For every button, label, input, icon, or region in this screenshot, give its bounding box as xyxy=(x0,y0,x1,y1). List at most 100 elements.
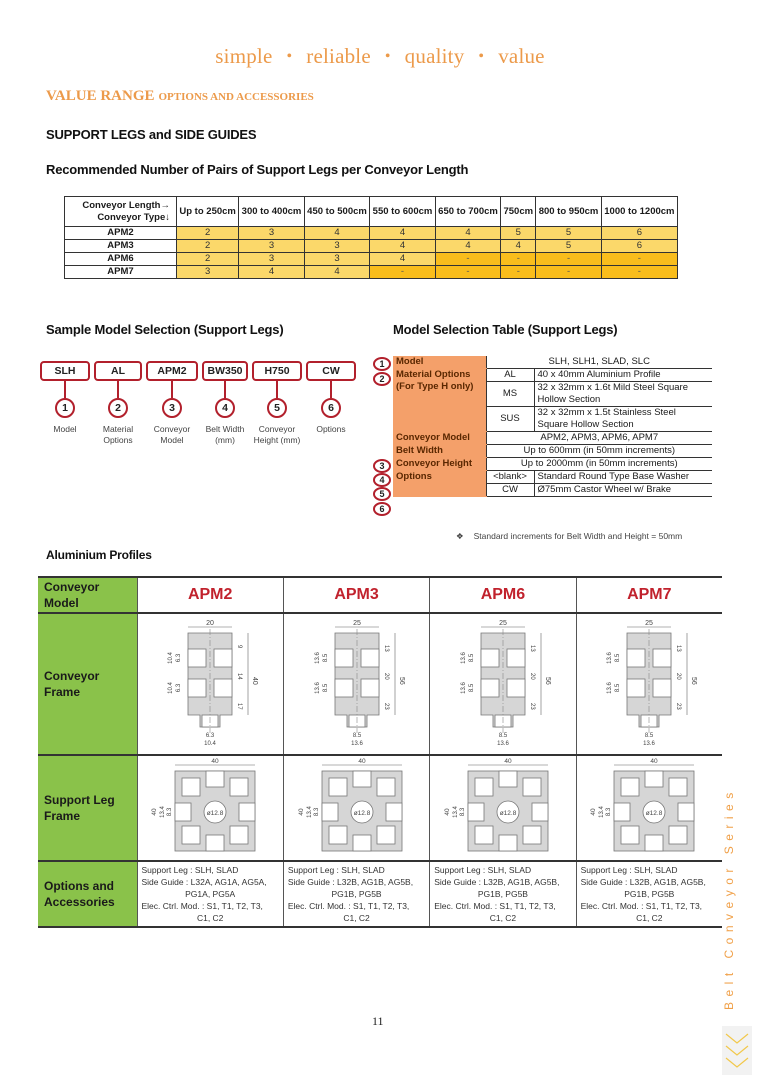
dim-slot-inner: 8.5 xyxy=(615,683,621,692)
table-row: APM3 2 3 3 4 4 4 5 6 xyxy=(64,239,679,253)
dim-slot-inner: 8.5 xyxy=(323,683,329,692)
slot xyxy=(213,678,233,698)
conveyor-type: APM6 xyxy=(64,252,177,266)
leg-count-cell: - xyxy=(535,265,602,279)
dim-bottom-inner: 8.5 xyxy=(645,733,654,739)
dim-slot-outer: 10.4 xyxy=(168,682,174,694)
hollow-cell xyxy=(522,777,542,797)
dim-height: 40 xyxy=(298,808,305,816)
slot xyxy=(626,648,646,668)
dim-width: 40 xyxy=(358,758,366,765)
slot xyxy=(644,770,664,788)
leg-count-cell: - xyxy=(500,265,537,279)
dim-height: 40 xyxy=(151,808,158,816)
option-line: C1, C2 xyxy=(636,913,663,923)
slot xyxy=(352,770,371,788)
slot xyxy=(187,648,207,668)
leg-count-cell: 4 xyxy=(369,226,436,240)
leg-count-cell: 4 xyxy=(238,265,305,279)
option-line: Elec. Ctrl. Mod. : S1, T1, T2, T3, xyxy=(287,901,410,911)
label-material-title: Material Options xyxy=(396,369,471,380)
connector-line xyxy=(117,381,119,398)
option-line: Side Guide : L32B, AG1B, AG5B, xyxy=(434,877,560,887)
model-code-box: BW350 xyxy=(202,361,248,381)
slot xyxy=(187,678,207,698)
support-legs-table: Conveyor Length→ Conveyor Type↓ Up to 25… xyxy=(64,196,679,279)
slot xyxy=(360,678,379,698)
column-header: 750cm xyxy=(500,196,537,227)
support-leg-drawing: ø12.8 40 40 13.4 8.3 xyxy=(137,754,284,861)
model-part-label: Options xyxy=(316,424,346,434)
model-part-label: Material Options xyxy=(102,424,134,445)
page-number: 11 xyxy=(372,1014,384,1028)
conveyor-frame-drawing: 25 56 13 20 23 13.6 8.5 13.6 8.5 8.5 13.6 xyxy=(283,612,431,755)
dim-top: 13 xyxy=(675,645,681,652)
options-cell: Support Leg : SLH, SLAD Side Guide : L32B… xyxy=(429,860,577,928)
row-label-options: Options and Accessories xyxy=(38,860,138,928)
leg-count-cell: 3 xyxy=(238,239,305,253)
option-line: Support Leg : SLH, SLAD xyxy=(434,865,532,875)
slot xyxy=(480,648,500,668)
dim-slot-outer: 13.4 xyxy=(599,806,605,818)
value-belt-width: Up to 600mm (in 50mm increments) xyxy=(486,444,712,458)
label-material-sub: (For Type H only) xyxy=(396,381,474,392)
bullet-icon: • xyxy=(286,48,293,65)
dim-slot-outer: 13.4 xyxy=(160,806,166,818)
hollow-cell xyxy=(181,825,201,845)
dim-bottom-outer: 10.4 xyxy=(204,741,216,747)
option-line: PG1B, PG5B xyxy=(331,889,382,899)
leg-count-cell: 3 xyxy=(303,252,371,266)
heading-support-legs: SUPPORT LEGS and SIDE GUIDES xyxy=(46,127,257,142)
leg-profile-diagram: ø12.84040 13.4 8.3 xyxy=(590,758,695,852)
hollow-cell xyxy=(522,825,542,845)
dim-mid: 20 xyxy=(529,673,535,680)
slot xyxy=(531,802,549,822)
dim-top: 13 xyxy=(529,645,535,652)
dim-mid: 14 xyxy=(236,673,242,680)
option-line: Side Guide : L32B, AG1B, AG5B, xyxy=(580,877,706,887)
dim-width: 25 xyxy=(499,620,507,627)
slot xyxy=(677,802,695,822)
leg-count-cell: 4 xyxy=(500,239,537,253)
material-code: AL xyxy=(486,368,535,382)
section-title: VALUE RANGE OPTIONS AND ACCESSORIES xyxy=(46,87,314,105)
dim-bore: ø12.8 xyxy=(207,810,224,817)
section-title-main: VALUE RANGE xyxy=(46,88,155,104)
type-axis-label: Conveyor Type↓ xyxy=(97,211,170,223)
dim-slot-inner: 6.3 xyxy=(176,683,182,692)
number-badge: 1 xyxy=(55,398,75,418)
heading-sample-selection: Sample Model Selection (Support Legs) xyxy=(46,322,284,337)
model-part-label: Model xyxy=(53,424,77,434)
dim-height: 40 xyxy=(590,808,597,816)
dim-bottom-outer: 13.6 xyxy=(643,741,655,747)
conveyor-frame-drawing: 25 56 13 20 23 13.6 8.5 13.6 8.5 8.5 13.6 xyxy=(429,612,577,755)
dim-width: 25 xyxy=(353,620,361,627)
dim-top: 9 xyxy=(236,645,242,649)
leg-count-cell: 4 xyxy=(434,226,502,240)
model-part-label: Belt Width (mm) xyxy=(205,424,245,445)
chevrons-down-icon xyxy=(722,1026,752,1075)
heading-aluminium-profiles: Aluminium Profiles xyxy=(46,548,152,562)
option-line: C1, C2 xyxy=(196,913,224,923)
value-model: SLH, SLH1, SLAD, SLC xyxy=(486,356,712,369)
hollow-cell xyxy=(376,825,395,845)
row-label-leg: Support Leg Frame xyxy=(38,754,138,861)
options-cell: Support Leg : SLH, SLAD Side Guide : L32A… xyxy=(137,860,284,928)
side-series-label: Belt Conveyor Series xyxy=(722,787,736,1010)
slot xyxy=(385,802,402,822)
leg-count-cell: 3 xyxy=(303,239,371,253)
slot xyxy=(644,834,664,852)
dim-slot-outer: 13.6 xyxy=(461,652,467,664)
number-badge: 2 xyxy=(108,398,128,418)
leg-count-cell: - xyxy=(434,252,502,266)
number-badge: 5 xyxy=(267,398,287,418)
leg-count-cell: 5 xyxy=(535,226,602,240)
note-text: Standard increments for Belt Width and H… xyxy=(473,531,683,541)
tagline-word: quality xyxy=(404,44,465,68)
row-label-frame: Conveyor Frame xyxy=(38,612,138,755)
hollow-cell xyxy=(181,777,201,797)
dim-slot-outer: 13.6 xyxy=(315,652,321,664)
material-code: MS xyxy=(486,381,535,407)
model-part-label: Conveyor Model xyxy=(153,424,191,445)
leg-profile-diagram: ø12.84040 13.4 8.3 xyxy=(444,758,549,852)
